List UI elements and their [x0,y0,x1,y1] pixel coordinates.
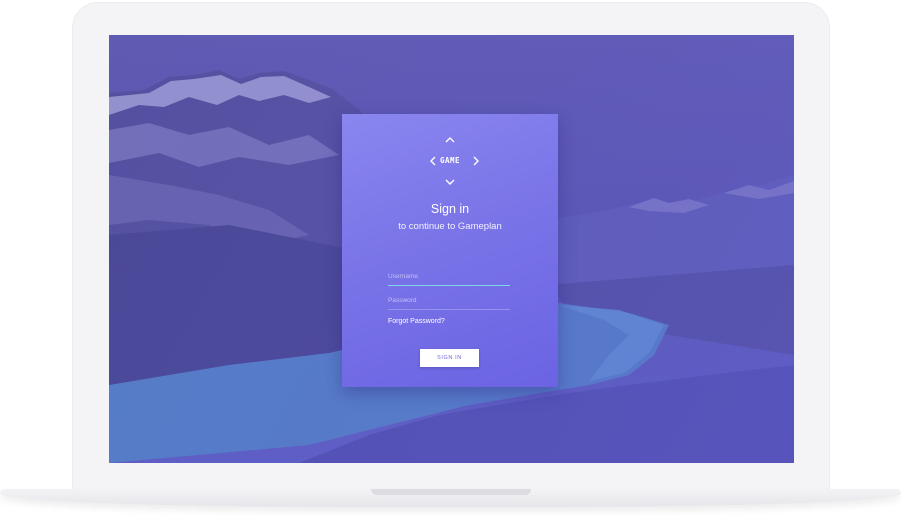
signin-title: Sign in [430,202,470,216]
signin-button[interactable]: SIGN IN [420,349,479,367]
chevron-up-icon [444,134,456,146]
logo-text: GAME [439,156,461,165]
signin-subtitle: to continue to Gameplan [398,221,502,232]
signin-card: GAME Sign in to continue to Gameplan For… [342,114,558,387]
password-input[interactable] [388,293,510,310]
username-input[interactable] [388,269,510,286]
laptop-notch [371,489,531,495]
forgot-password-link[interactable]: Forgot Password? [388,318,445,325]
chevron-down-icon [444,176,456,188]
